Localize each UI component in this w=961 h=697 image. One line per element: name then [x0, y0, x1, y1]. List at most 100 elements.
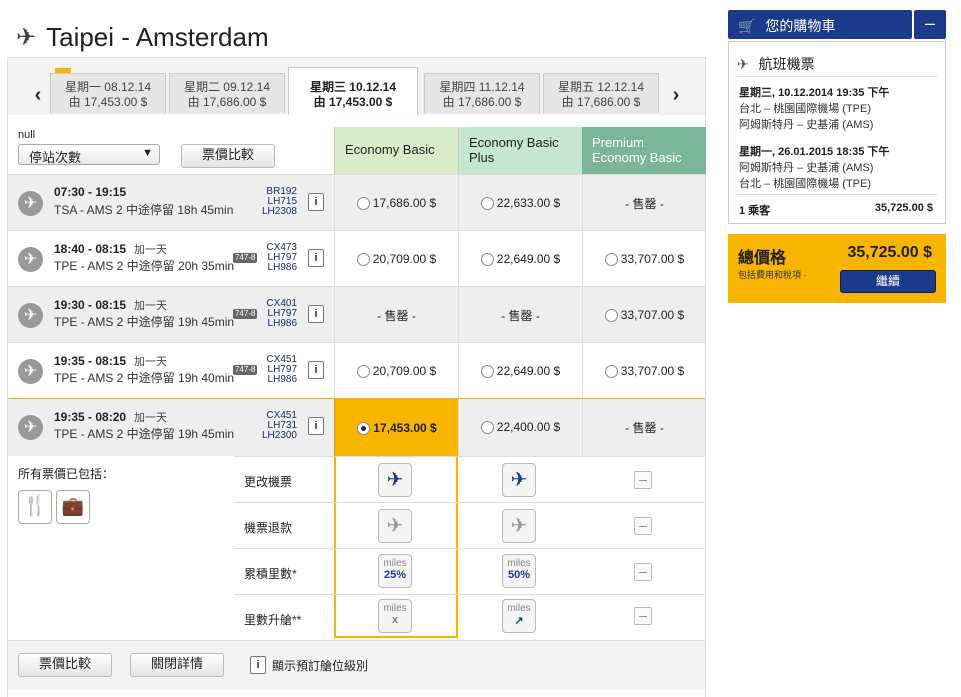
date-tab-day: 星期二 09.12.14	[183, 80, 271, 94]
flight-info: ✈ 07:30 - 19:15 TSA - AMS 2 中途停留 18h 45m…	[8, 175, 333, 231]
fare-radio[interactable]	[604, 252, 618, 266]
fare-radio[interactable]	[480, 196, 494, 210]
close-details-button[interactable]: 關閉詳情	[130, 653, 224, 677]
info-icon[interactable]: i	[250, 656, 266, 674]
date-tab[interactable]: 星期二 09.12.14 由 17,686.00 $	[169, 73, 285, 113]
continue-button[interactable]: 繼續	[840, 270, 936, 293]
flight-code: LH986	[267, 318, 297, 329]
next-day-label: 加一天	[134, 300, 168, 312]
benefit-label: 累積里數*	[244, 567, 297, 581]
date-tab-active[interactable]: 星期三 10.12.14 由 17,453.00 $	[288, 67, 418, 115]
miles-percent: 25%	[383, 569, 407, 581]
fare-radio[interactable]	[356, 196, 370, 210]
fare-basic[interactable]: 17,686.00 $	[334, 175, 458, 231]
flight-codes: BR192 LH715 LH2308	[257, 187, 297, 217]
fare-price: 22,633.00 $	[496, 196, 561, 210]
miles-icon: miles 25%	[378, 554, 412, 588]
airplane-icon: ✈	[18, 247, 43, 272]
cart-title: 您的購物車	[765, 18, 836, 34]
cart-icon: 🛒	[738, 18, 756, 34]
fare-radio[interactable]	[604, 364, 618, 378]
fare-premium[interactable]: 33,707.00 $	[582, 287, 706, 343]
total-note: 包括費用和稅項 ·	[738, 270, 807, 280]
date-tab[interactable]: 星期五 12.12.14 由 17,686.00 $	[543, 73, 659, 113]
flight-info-button[interactable]: i	[308, 417, 324, 435]
chevron-down-icon: ▼	[142, 147, 153, 159]
miles-word: miles	[383, 603, 407, 614]
flight-info-button[interactable]: i	[308, 305, 324, 323]
flight-info: ✈ 19:30 - 08:15 加一天 TPE - AMS 2 中途停留 19h …	[8, 287, 333, 343]
miles-word: miles	[507, 558, 531, 569]
not-available-icon: –	[634, 607, 652, 625]
aircraft-badge: 747-8	[233, 365, 258, 375]
fare-radio[interactable]	[604, 308, 618, 322]
fare-plus[interactable]: 22,633.00 $	[458, 175, 582, 231]
total-value: 35,725.00 $	[847, 244, 932, 261]
flight-times: 19:35 - 08:15 加一天	[54, 353, 167, 369]
fare-price: 20,709.00 $	[372, 252, 437, 266]
show-class-link[interactable]: 顯示預訂艙位級別	[272, 657, 368, 674]
cart-header[interactable]: 🛒 您的購物車	[728, 10, 912, 39]
fare-basic-selected[interactable]: 17,453.00 $	[334, 399, 458, 457]
next-dates-button[interactable]: ›	[666, 80, 686, 110]
flight-times: 19:30 - 08:15 加一天	[54, 297, 167, 313]
airplane-icon: ✈	[18, 303, 43, 328]
fare-plus[interactable]: 22,649.00 $	[458, 231, 582, 287]
fare-premium[interactable]: 33,707.00 $	[582, 343, 706, 399]
page-title: ✈ Taipei - Amsterdam	[16, 22, 269, 53]
flight-info-button[interactable]: i	[308, 249, 324, 267]
return-from: 阿姆斯特丹 – 史基浦 (AMS)	[739, 162, 874, 174]
flight-time-range: 19:35 - 08:20	[54, 410, 127, 424]
return-to: 台北 – 桃園國際機場 (TPE)	[739, 178, 872, 190]
fare-plus[interactable]: 22,400.00 $	[458, 399, 582, 455]
fare-price: 22,649.00 $	[496, 364, 561, 378]
fare-radio[interactable]	[480, 364, 494, 378]
flight-codes: CX451 LH797 LH986	[257, 355, 297, 385]
fare-price: 22,400.00 $	[496, 420, 561, 434]
miles-upgrade-not-allowed-icon: miles x	[378, 599, 412, 633]
fare-basic-soldout: - 售罄 -	[334, 287, 458, 343]
compare-fares-button[interactable]: 票價比較	[181, 144, 275, 168]
fare-plus[interactable]: 22,649.00 $	[458, 343, 582, 399]
fare-radio[interactable]	[480, 252, 494, 266]
fare-premium[interactable]: 33,707.00 $	[582, 231, 706, 287]
flight-route: TPE - AMS 2 中途停留 19h 40min	[54, 371, 235, 385]
fare-radio[interactable]	[356, 364, 370, 378]
route-title: Taipei - Amsterdam	[46, 22, 269, 52]
flight-code: LH2308	[261, 206, 297, 217]
fare-basic[interactable]: 20,709.00 $	[334, 343, 458, 399]
not-available-icon: –	[634, 563, 652, 581]
date-tab-price: 由 17,453.00 $	[68, 95, 148, 109]
date-tab[interactable]: 星期四 11.12.14 由 17,686.00 $	[424, 73, 540, 113]
flight-times: 18:40 - 08:15 加一天	[54, 241, 167, 257]
cart-panel: ✈ 航班機票 星期三, 10.12.2014 19:35 下午 台北 – 桃園國…	[728, 41, 946, 224]
flight-time-range: 18:40 - 08:15	[54, 242, 127, 256]
flight-route: TSA - AMS 2 中途停留 18h 45min	[54, 203, 234, 217]
col-economy-basic: Economy Basic	[334, 127, 458, 174]
next-day-label: 加一天	[134, 412, 168, 424]
miles-icon: miles 50%	[502, 554, 536, 588]
fare-price: 17,686.00 $	[372, 196, 437, 210]
flight-info-button[interactable]: i	[308, 193, 324, 211]
compare-fares-button[interactable]: 票價比較	[18, 653, 112, 677]
refund-not-allowed-icon: ✈	[378, 509, 412, 543]
flight-row: ✈ 18:40 - 08:15 加一天 TPE - AMS 2 中途停留 20h …	[8, 230, 706, 287]
date-tab[interactable]: 星期一 08.12.14 由 17,453.00 $	[50, 73, 166, 113]
fare-radio-selected[interactable]	[357, 421, 371, 435]
plane-icon: ✈	[16, 24, 37, 51]
miles-status: x	[391, 614, 399, 626]
date-tab-price: 由 17,453.00 $	[313, 95, 393, 109]
flight-info-button[interactable]: i	[308, 361, 324, 379]
change-ticket-euro-icon: ✈	[378, 463, 412, 497]
flight-time-range: 19:35 - 08:15	[54, 354, 127, 368]
fare-radio[interactable]	[356, 252, 370, 266]
not-available-icon: –	[634, 517, 652, 535]
prev-dates-button[interactable]: ‹	[28, 80, 48, 110]
cart-collapse-button[interactable]: –	[914, 10, 946, 39]
miles-percent: 50%	[507, 569, 531, 581]
fare-radio[interactable]	[480, 420, 494, 434]
stops-select[interactable]: 停站次數 ▼	[18, 144, 160, 165]
flight-route: TPE - AMS 2 中途停留 20h 35min	[54, 259, 235, 273]
date-tab-day: 星期五 12.12.14	[557, 80, 645, 94]
fare-basic[interactable]: 20,709.00 $	[334, 231, 458, 287]
